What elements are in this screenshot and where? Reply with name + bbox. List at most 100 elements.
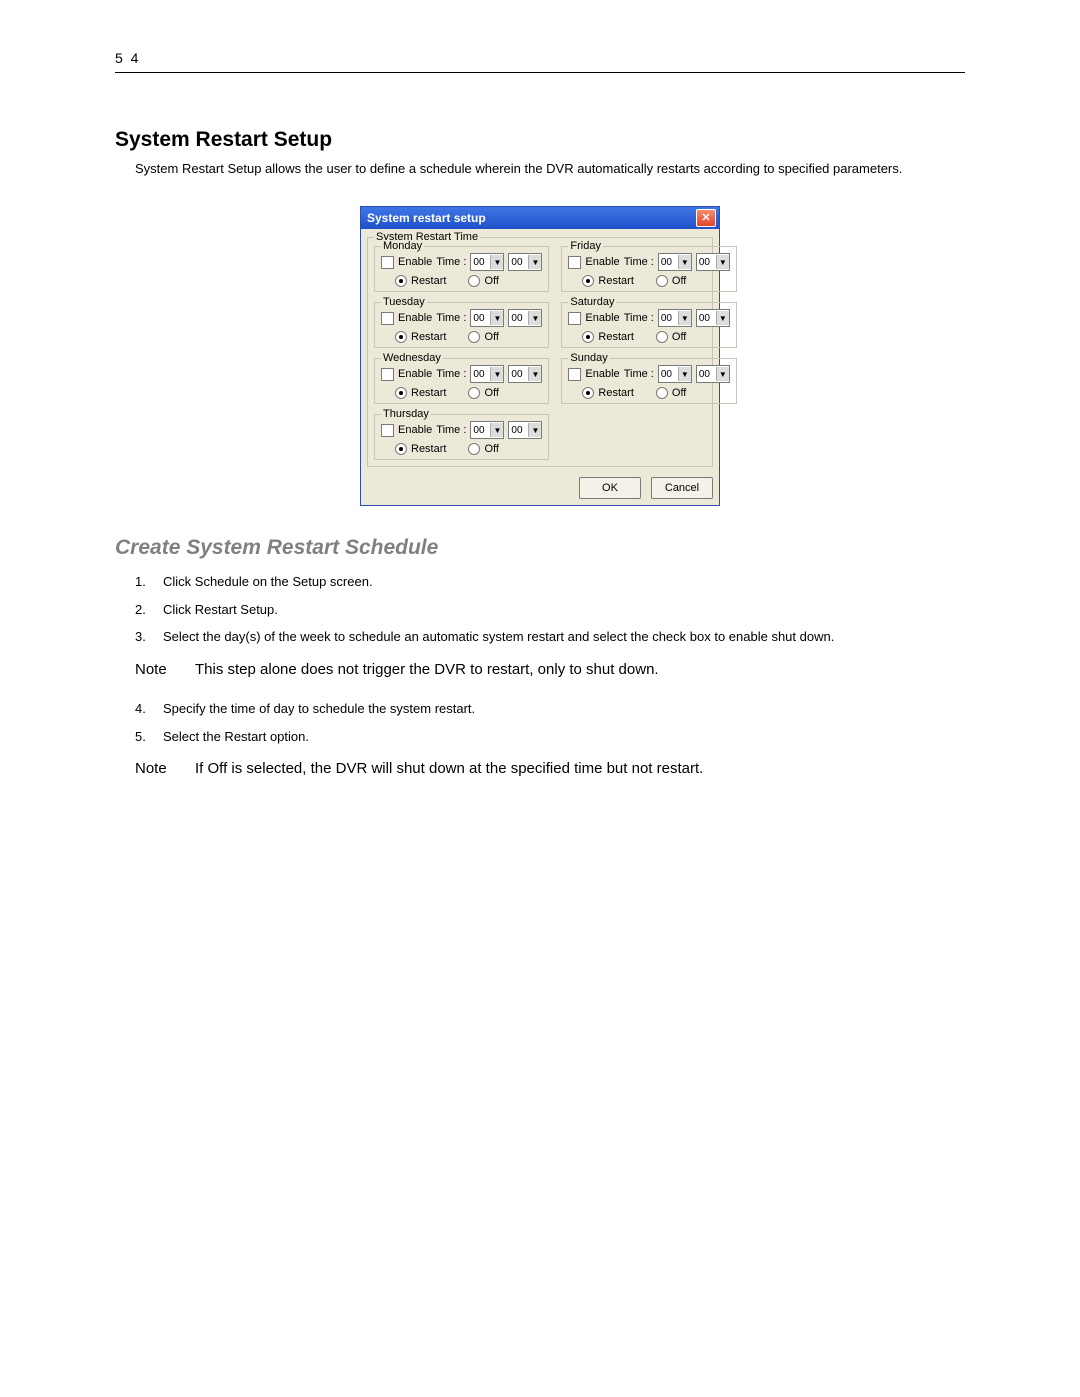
day-legend-monday: Monday [381,240,424,252]
time-label: Time : [436,256,466,268]
enable-label: Enable [398,256,432,268]
enable-checkbox-sunday[interactable] [568,368,581,381]
day-legend-tuesday: Tuesday [381,296,427,308]
chevron-down-icon: ▼ [678,255,691,269]
minute-select-saturday[interactable]: 00▼ [696,309,730,327]
system-restart-setup-dialog: System restart setup ✕ System Restart Ti… [360,206,720,506]
hour-select-thursday[interactable]: 00▼ [470,421,504,439]
enable-checkbox-friday[interactable] [568,256,581,269]
radio-restart-label: Restart [411,443,446,455]
chevron-down-icon: ▼ [528,423,541,437]
hour-select-friday[interactable]: 00▼ [658,253,692,271]
chevron-down-icon: ▼ [490,423,503,437]
day-box-monday: Monday Enable Time : 00▼ 00▼ Restart [374,246,549,292]
enable-checkbox-saturday[interactable] [568,312,581,325]
day-legend-friday: Friday [568,240,603,252]
heading-system-restart-setup: System Restart Setup [115,128,965,152]
radio-off-tuesday[interactable] [468,331,480,343]
minute-select-monday[interactable]: 00▼ [508,253,542,271]
enable-checkbox-tuesday[interactable] [381,312,394,325]
radio-off-label: Off [672,387,686,399]
enable-label: Enable [585,256,619,268]
close-icon[interactable]: ✕ [696,209,716,227]
dialog-body: System Restart Time Monday Enable Time :… [361,229,719,505]
dialog-figure: System restart setup ✕ System Restart Ti… [115,206,965,506]
radio-restart-label: Restart [598,275,633,287]
hour-select-tuesday[interactable]: 00▼ [470,309,504,327]
chevron-down-icon: ▼ [490,311,503,325]
minute-select-wednesday[interactable]: 00▼ [508,365,542,383]
day-box-saturday: Saturday Enable Time : 00▼ 00▼ Restart [561,302,736,348]
chevron-down-icon: ▼ [528,255,541,269]
radio-off-monday[interactable] [468,275,480,287]
radio-restart-label: Restart [411,275,446,287]
day-legend-saturday: Saturday [568,296,616,308]
chevron-down-icon: ▼ [678,311,691,325]
ok-button[interactable]: OK [579,477,641,499]
note-label: Note [135,758,195,781]
time-label: Time : [436,424,466,436]
radio-off-thursday[interactable] [468,443,480,455]
enable-label: Enable [585,312,619,324]
time-label: Time : [436,368,466,380]
step-3: 3. Select the day(s) of the week to sche… [135,627,965,647]
radio-off-friday[interactable] [656,275,668,287]
step-1: 1. Click Schedule on the Setup screen. [135,572,965,592]
steps-list: 1. Click Schedule on the Setup screen. 2… [135,572,965,781]
radio-restart-thursday[interactable] [395,443,407,455]
note-2: Note If Off is selected, the DVR will sh… [135,758,965,781]
note-label: Note [135,659,195,682]
dialog-button-row: OK Cancel [367,477,713,499]
note-text: If Off is selected, the DVR will shut do… [195,758,965,781]
dialog-titlebar: System restart setup ✕ [361,207,719,229]
time-label: Time : [624,368,654,380]
radio-restart-label: Restart [598,331,633,343]
radio-restart-tuesday[interactable] [395,331,407,343]
intro-paragraph: System Restart Setup allows the user to … [135,160,965,178]
enable-label: Enable [585,368,619,380]
step-4: 4. Specify the time of day to schedule t… [135,699,965,719]
cancel-button[interactable]: Cancel [651,477,713,499]
day-box-thursday: Thursday Enable Time : 00▼ 00▼ Restart [374,414,549,460]
hour-select-monday[interactable]: 00▼ [470,253,504,271]
radio-restart-wednesday[interactable] [395,387,407,399]
time-label: Time : [436,312,466,324]
radio-restart-friday[interactable] [582,275,594,287]
step-5: 5. Select the Restart option. [135,727,965,747]
minute-select-thursday[interactable]: 00▼ [508,421,542,439]
minute-select-tuesday[interactable]: 00▼ [508,309,542,327]
enable-checkbox-monday[interactable] [381,256,394,269]
day-box-tuesday: Tuesday Enable Time : 00▼ 00▼ Restart [374,302,549,348]
chevron-down-icon: ▼ [716,311,729,325]
radio-off-saturday[interactable] [656,331,668,343]
hour-select-saturday[interactable]: 00▼ [658,309,692,327]
day-legend-wednesday: Wednesday [381,352,443,364]
radio-restart-saturday[interactable] [582,331,594,343]
radio-off-wednesday[interactable] [468,387,480,399]
step-text: Specify the time of day to schedule the … [163,699,965,719]
minute-select-sunday[interactable]: 00▼ [696,365,730,383]
hour-select-sunday[interactable]: 00▼ [658,365,692,383]
radio-off-sunday[interactable] [656,387,668,399]
radio-restart-sunday[interactable] [582,387,594,399]
step-num: 4. [135,699,163,719]
enable-checkbox-thursday[interactable] [381,424,394,437]
time-label: Time : [624,256,654,268]
step-num: 1. [135,572,163,592]
enable-label: Enable [398,368,432,380]
step-text: Select the day(s) of the week to schedul… [163,627,965,647]
page-number: 5 4 [115,50,965,66]
hour-select-wednesday[interactable]: 00▼ [470,365,504,383]
step-num: 2. [135,600,163,620]
day-legend-sunday: Sunday [568,352,609,364]
step-text: Click Schedule on the Setup screen. [163,572,965,592]
day-legend-thursday: Thursday [381,408,431,420]
chevron-down-icon: ▼ [716,367,729,381]
radio-restart-label: Restart [411,387,446,399]
enable-checkbox-wednesday[interactable] [381,368,394,381]
minute-select-friday[interactable]: 00▼ [696,253,730,271]
radio-restart-monday[interactable] [395,275,407,287]
note-text: This step alone does not trigger the DVR… [195,659,965,682]
heading-create-schedule: Create System Restart Schedule [115,536,965,560]
radio-off-label: Off [484,275,498,287]
